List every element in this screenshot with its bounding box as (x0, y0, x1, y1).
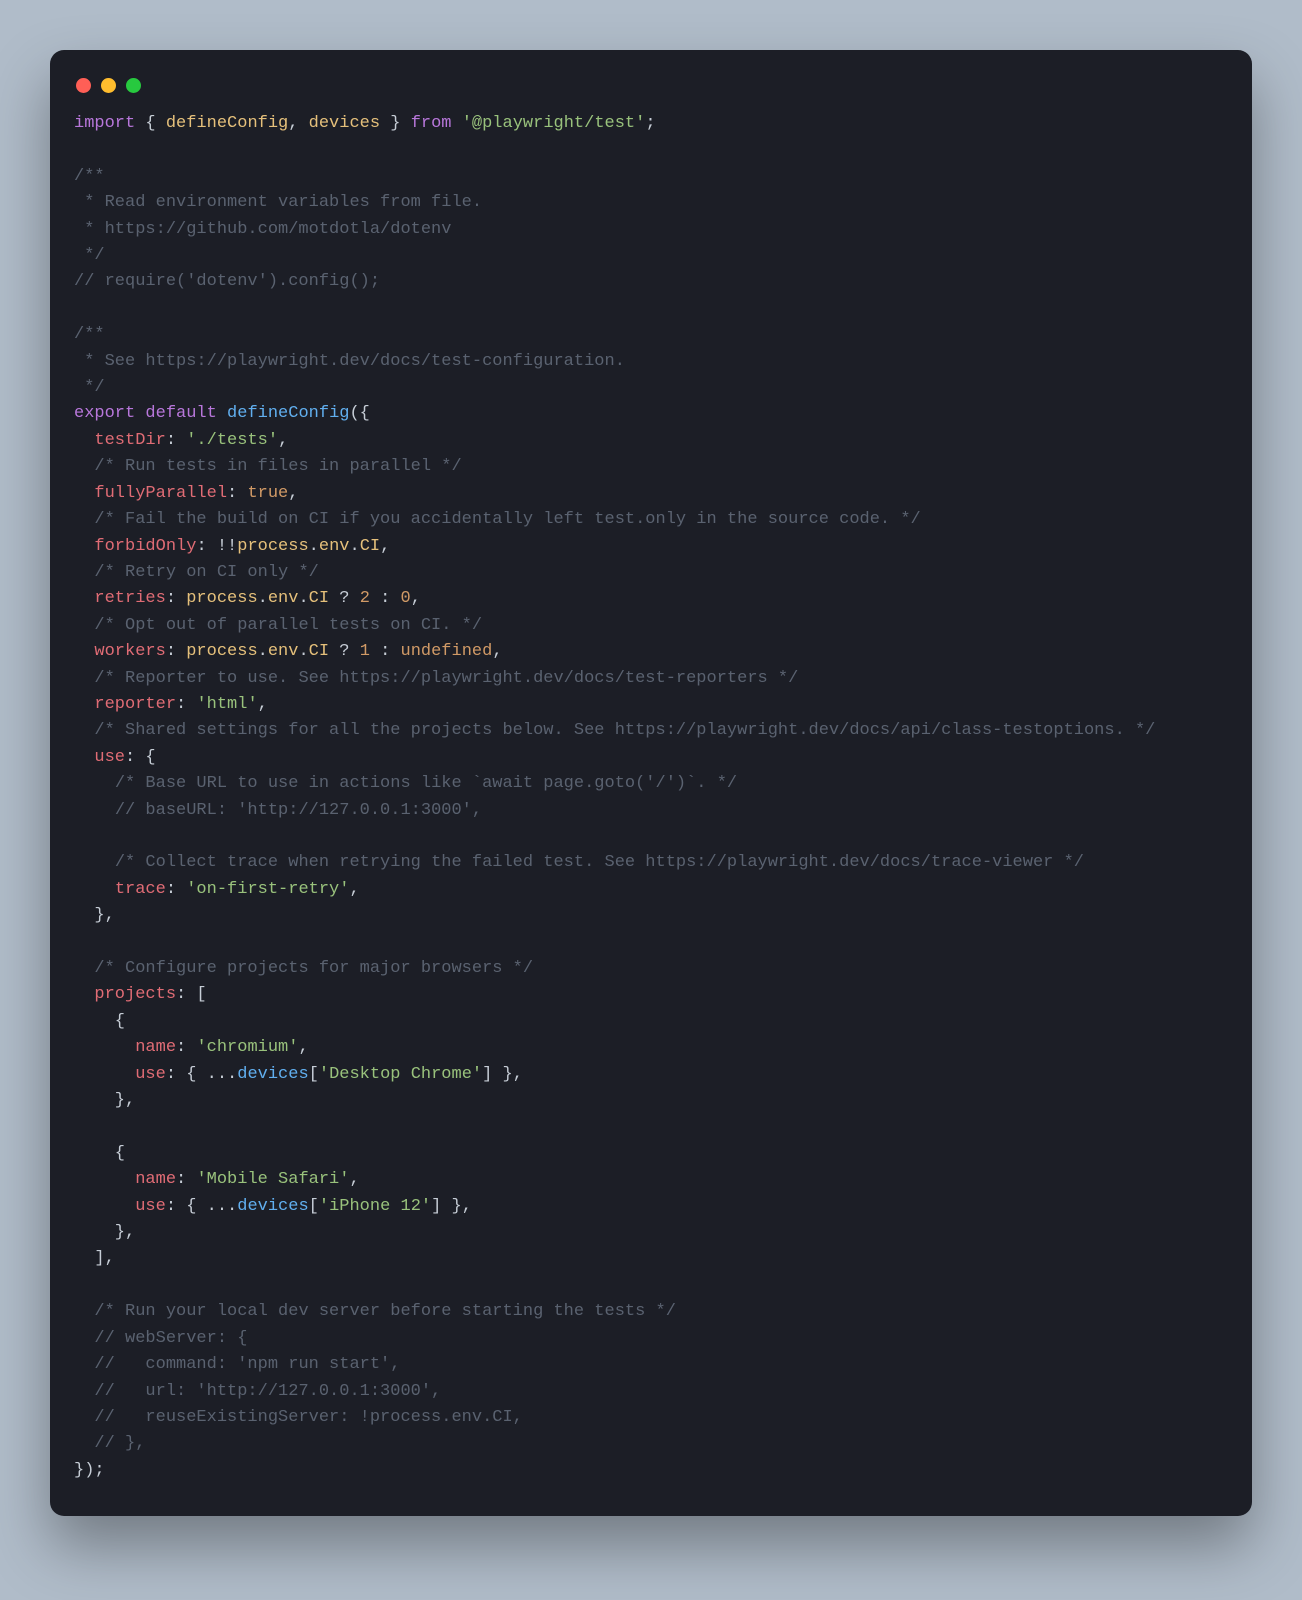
comment: // }, (94, 1434, 145, 1453)
comment: /** (74, 325, 105, 344)
comment: // url: 'http://127.0.0.1:3000', (94, 1382, 441, 1401)
kw-export: export (74, 404, 135, 423)
comment: * https://github.com/motdotla/dotenv (74, 220, 451, 239)
comment: /* Shared settings for all the projects … (94, 721, 1155, 740)
ident-devices: devices (237, 1065, 308, 1084)
comment: */ (74, 246, 105, 265)
comment: /* Fail the build on CI if you accidenta… (94, 510, 920, 529)
code-block: import { defineConfig, devices } from '@… (74, 111, 1228, 1484)
comment: /* Run tests in files in parallel */ (94, 457, 461, 476)
kw-from: from (411, 114, 452, 133)
comment: /* Reporter to use. See https://playwrig… (94, 669, 798, 688)
window-minimize-icon[interactable] (101, 78, 116, 93)
prop-reporter: reporter (94, 695, 176, 714)
str-iphone12: 'iPhone 12' (319, 1197, 431, 1216)
str-package: '@playwright/test' (462, 114, 646, 133)
prop-use: use (135, 1065, 166, 1084)
comment: // baseURL: 'http://127.0.0.1:3000', (115, 801, 482, 820)
prop-testDir: testDir (94, 431, 165, 450)
kw-default: default (145, 404, 216, 423)
comment: // webServer: { (94, 1329, 247, 1348)
fn-defineConfig: defineConfig (227, 404, 349, 423)
prop-name: name (135, 1170, 176, 1189)
code-window: import { defineConfig, devices } from '@… (50, 50, 1252, 1516)
prop-use: use (135, 1197, 166, 1216)
comment: // require('dotenv').config(); (74, 272, 380, 291)
prop-fullyParallel: fullyParallel (94, 484, 227, 503)
comment: /* Collect trace when retrying the faile… (115, 853, 1084, 872)
str-tests: './tests' (186, 431, 278, 450)
str-mobileSafari: 'Mobile Safari' (196, 1170, 349, 1189)
window-close-icon[interactable] (76, 78, 91, 93)
comment: /* Opt out of parallel tests on CI. */ (94, 616, 482, 635)
window-titlebar (74, 74, 1228, 111)
ident-devices: devices (237, 1197, 308, 1216)
num-0: 0 (401, 589, 411, 608)
kw-undefined: undefined (401, 642, 493, 661)
comment: /* Base URL to use in actions like `awai… (115, 774, 737, 793)
window-maximize-icon[interactable] (126, 78, 141, 93)
comment: // reuseExistingServer: !process.env.CI, (94, 1408, 522, 1427)
prop-trace: trace (115, 880, 166, 899)
str-chromium: 'chromium' (196, 1038, 298, 1057)
prop-projects: projects (94, 985, 176, 1004)
prop-use: use (94, 748, 125, 767)
str-desktopChrome: 'Desktop Chrome' (319, 1065, 482, 1084)
ident-CI: CI (360, 537, 380, 556)
comment: /* Retry on CI only */ (94, 563, 318, 582)
prop-name: name (135, 1038, 176, 1057)
bool-true: true (247, 484, 288, 503)
comment: */ (74, 378, 105, 397)
prop-retries: retries (94, 589, 165, 608)
comment: /* Run your local dev server before star… (94, 1302, 676, 1321)
str-onFirstRetry: 'on-first-retry' (186, 880, 349, 899)
kw-import: import (74, 114, 135, 133)
comment: // command: 'npm run start', (94, 1355, 400, 1374)
comment: /** (74, 167, 105, 186)
str-html: 'html' (196, 695, 257, 714)
comment: /* Configure projects for major browsers… (94, 959, 533, 978)
ident-defineConfig: defineConfig (166, 114, 288, 133)
num-1: 1 (360, 642, 370, 661)
prop-forbidOnly: forbidOnly (94, 537, 196, 556)
comment: * See https://playwright.dev/docs/test-c… (74, 352, 625, 371)
ident-devices: devices (309, 114, 380, 133)
prop-workers: workers (94, 642, 165, 661)
comment: * Read environment variables from file. (74, 193, 482, 212)
num-2: 2 (360, 589, 370, 608)
